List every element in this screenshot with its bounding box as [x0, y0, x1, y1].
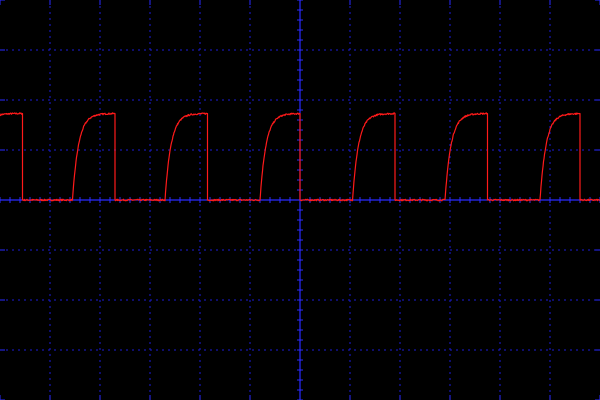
oscilloscope-plot [0, 0, 600, 400]
